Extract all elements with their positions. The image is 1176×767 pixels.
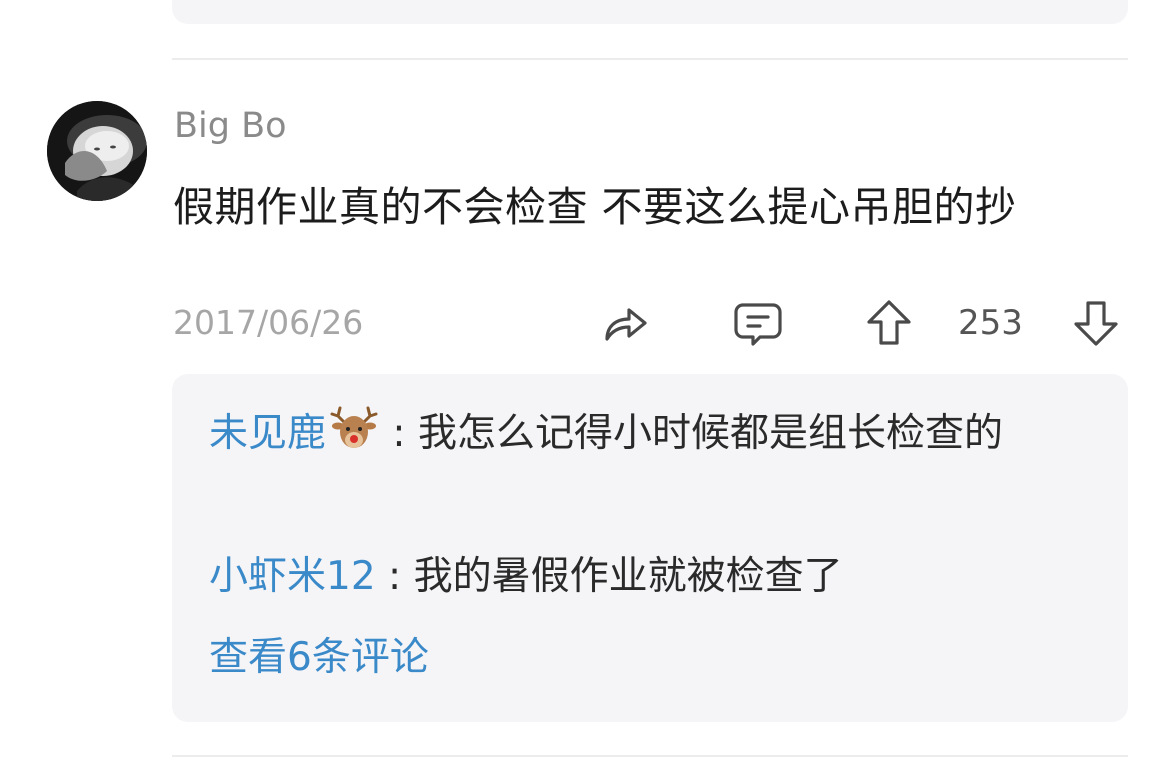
deer-emoji-icon	[328, 404, 380, 452]
comment-bubble-icon[interactable]	[733, 297, 783, 349]
previous-replies-box	[172, 0, 1128, 24]
arrow-up-icon[interactable]	[864, 297, 914, 349]
avatar[interactable]	[47, 101, 147, 201]
reply-text: 我怎么记得小时候都是组长检查的	[417, 411, 1003, 456]
reply-text: 我的暑假作业就被检查了	[413, 554, 843, 599]
arrow-down-icon[interactable]	[1071, 297, 1121, 349]
comment-username[interactable]: Big Bo	[174, 106, 287, 146]
comment-date: 2017/06/26	[173, 303, 364, 342]
vote-count: 253	[958, 303, 1023, 343]
comment-thread-page: Big Bo 假期作业真的不会检查 不要这么提心吊胆的抄 2017/06/26 …	[0, 0, 1176, 767]
reply-item: 未见鹿 : 我怎么记得小时候都是组长检查的	[209, 403, 1089, 465]
reply-separator: :	[380, 411, 418, 456]
comment-text: 假期作业真的不会检查 不要这么提心吊胆的抄	[173, 183, 1017, 231]
reply-item: 小虾米12 : 我的暑假作业就被检查了	[209, 546, 1089, 608]
reply-author[interactable]: 未见鹿	[209, 411, 326, 456]
replies-box: 未见鹿 : 我怎么记得小时候都是组长检查的 小虾米12 : 我的暑假作业就被检查…	[172, 374, 1128, 722]
divider	[172, 58, 1128, 60]
divider	[172, 755, 1128, 757]
view-all-replies-link[interactable]: 查看6条评论	[209, 626, 429, 682]
reply-separator: :	[375, 554, 414, 599]
reply-author[interactable]: 小虾米12	[209, 554, 376, 599]
share-icon[interactable]	[601, 297, 651, 349]
